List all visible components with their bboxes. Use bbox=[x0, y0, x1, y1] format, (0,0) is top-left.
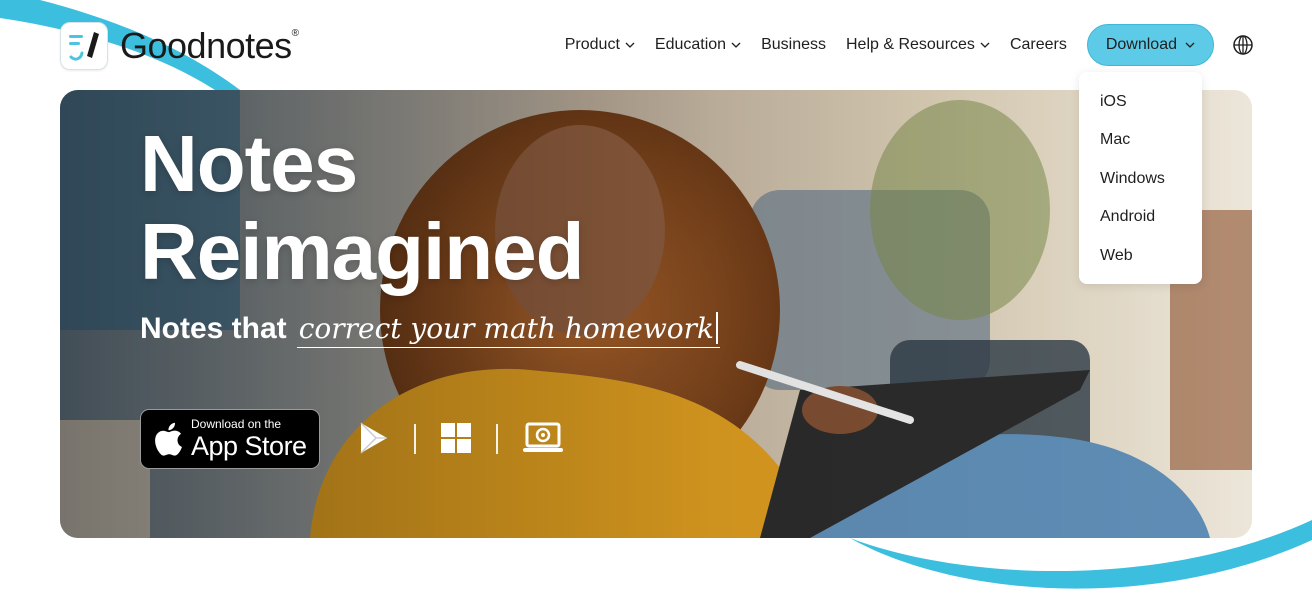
nav-help-resources[interactable]: Help & Resources bbox=[846, 36, 990, 54]
chevron-down-icon bbox=[625, 42, 635, 48]
goodnotes-logo-mark-icon bbox=[60, 22, 108, 70]
download-option-ios[interactable]: iOS bbox=[1079, 90, 1202, 128]
hero-subline: Notes that correct your math homework bbox=[140, 312, 721, 348]
download-button[interactable]: Download bbox=[1086, 24, 1214, 66]
hero-headline: Notes Reimagined bbox=[140, 119, 584, 296]
subline-typed-value: correct your math homework bbox=[298, 312, 715, 345]
nav-education-label: Education bbox=[654, 36, 727, 53]
app-store-text: Download on the App Store bbox=[191, 416, 307, 461]
chromebook-icon[interactable] bbox=[522, 420, 564, 456]
windows-icon[interactable] bbox=[438, 420, 474, 456]
main-nav: Product Education Business Help & Resour… bbox=[565, 24, 1312, 66]
goodnotes-wordmark: Goodnotes® bbox=[120, 23, 299, 69]
subline-prefix: Notes that bbox=[140, 312, 287, 345]
registered-mark: ® bbox=[291, 28, 299, 39]
nav-careers-label: Careers bbox=[1009, 36, 1067, 53]
globe-icon[interactable] bbox=[1232, 34, 1254, 56]
download-option-web[interactable]: Web bbox=[1079, 244, 1202, 282]
nav-education[interactable]: Education bbox=[655, 36, 741, 54]
apple-icon bbox=[155, 422, 182, 456]
download-option-android[interactable]: Android bbox=[1079, 205, 1202, 243]
app-store-big-label: App Store bbox=[191, 430, 307, 461]
typing-caret bbox=[716, 312, 719, 344]
nav-business-label: Business bbox=[761, 36, 826, 53]
nav-help-resources-label: Help & Resources bbox=[845, 36, 975, 53]
google-play-icon[interactable] bbox=[356, 420, 392, 456]
download-button-label: Download bbox=[1105, 36, 1177, 53]
goodnotes-logo[interactable]: Goodnotes® bbox=[60, 22, 299, 70]
chevron-down-icon bbox=[1185, 42, 1195, 48]
hero-section: Notes Reimagined Notes that correct your … bbox=[60, 90, 1252, 538]
download-option-windows[interactable]: Windows bbox=[1079, 167, 1202, 205]
chevron-down-icon bbox=[731, 42, 741, 48]
nav-careers[interactable]: Careers bbox=[1010, 36, 1067, 54]
app-store-badge[interactable]: Download on the App Store bbox=[140, 409, 320, 469]
app-store-small-label: Download on the bbox=[191, 416, 282, 431]
platform-divider bbox=[414, 424, 416, 454]
nav-product[interactable]: Product bbox=[565, 36, 635, 54]
brand-name: Goodnotes bbox=[120, 25, 292, 66]
platform-divider bbox=[496, 424, 498, 454]
nav-business[interactable]: Business bbox=[761, 36, 826, 54]
download-dropdown-menu: iOS Mac Windows Android Web bbox=[1079, 72, 1202, 284]
download-option-mac[interactable]: Mac bbox=[1079, 128, 1202, 166]
headline-line-1: Notes bbox=[140, 119, 358, 208]
headline-line-2: Reimagined bbox=[140, 207, 584, 296]
chevron-down-icon bbox=[980, 42, 990, 48]
nav-product-label: Product bbox=[564, 36, 620, 53]
subline-typed-text: correct your math homework bbox=[296, 312, 721, 348]
